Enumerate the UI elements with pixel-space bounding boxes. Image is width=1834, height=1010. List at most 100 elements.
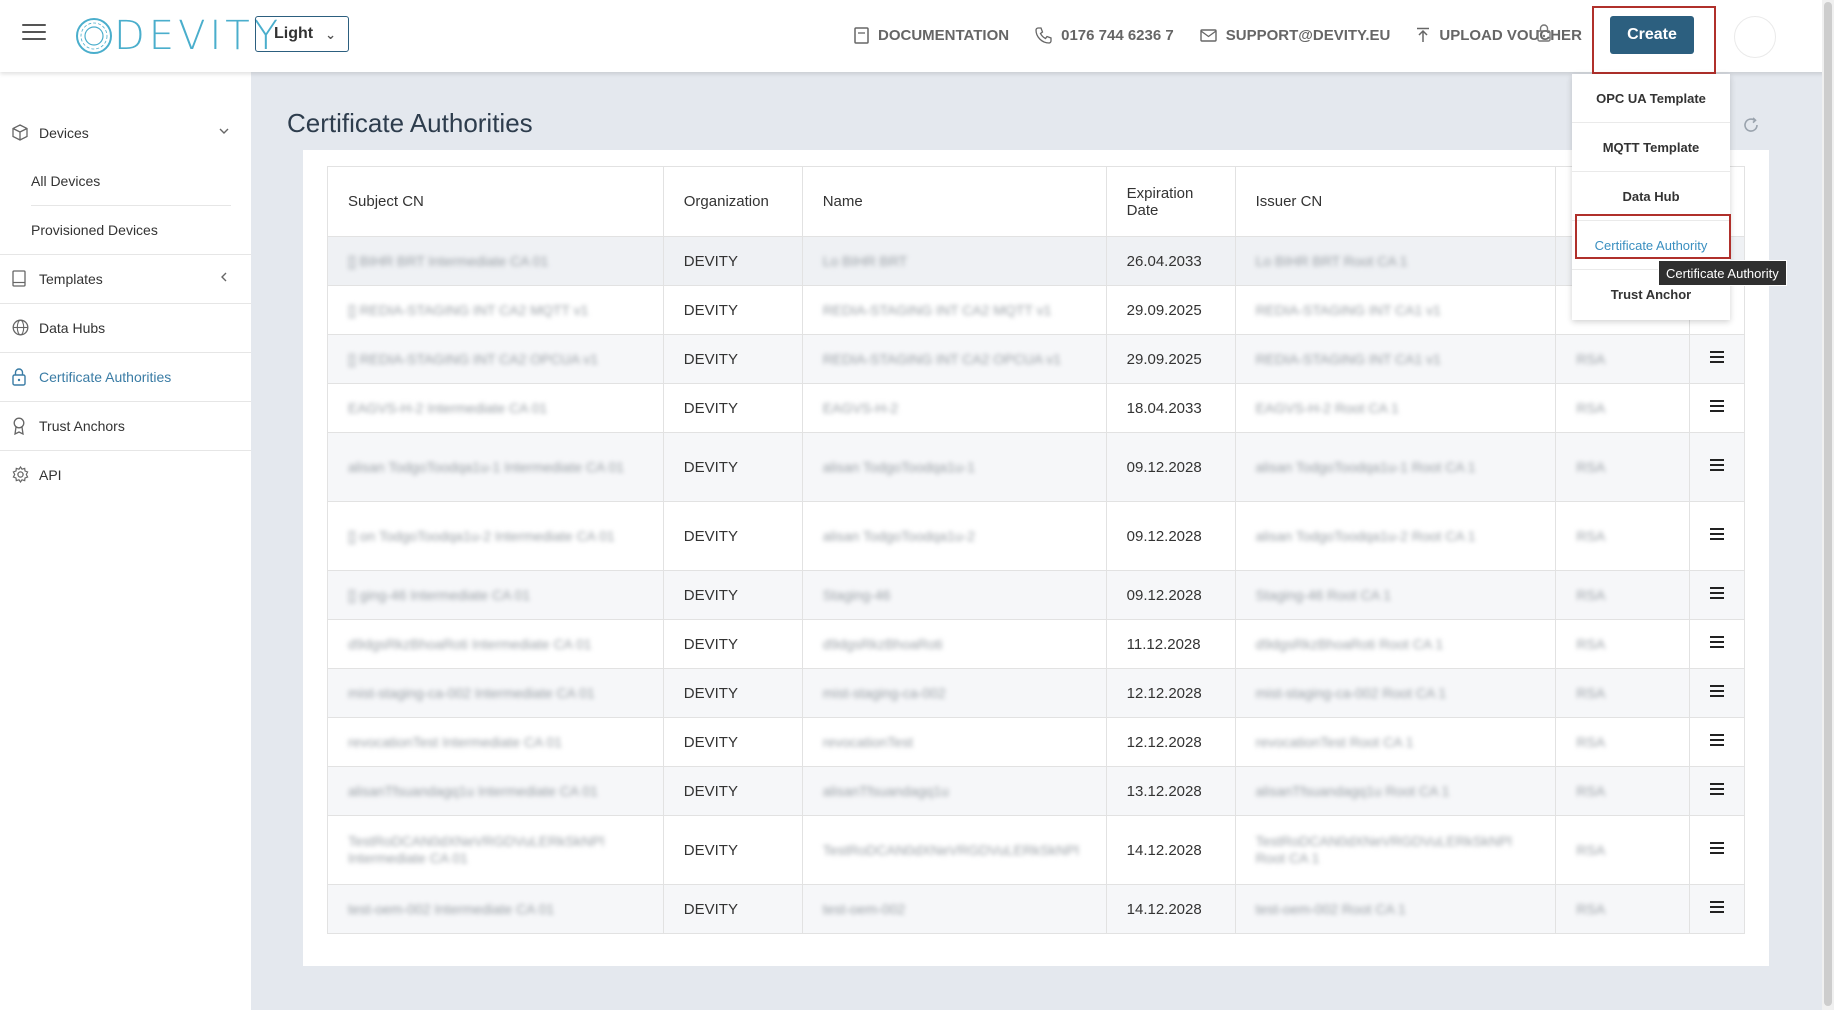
table-row[interactable]: alisanTfsuandagq1u Intermediate CA 01 DEV… bbox=[327, 766, 1745, 816]
cell-organization: DEVITY bbox=[663, 668, 803, 718]
column-header-subject-cn[interactable]: Subject CN bbox=[327, 166, 664, 237]
cell-name-value: alisan TodgoToodqa1u-1 bbox=[822, 458, 975, 475]
cell-issuer-cn: alisan TodgoToodqa1u-1 Root CA 1 bbox=[1235, 432, 1557, 502]
row-menu-icon[interactable] bbox=[1710, 898, 1725, 916]
scrollbar[interactable] bbox=[1822, 0, 1834, 1010]
cell-type-value: RSA bbox=[1576, 399, 1606, 416]
sidebar-item-all-devices[interactable]: All Devices bbox=[31, 157, 231, 205]
table-row[interactable]: [] REDIA-STAGING INT CA2 MQTT v1 DEVITY RE… bbox=[327, 285, 1745, 335]
phone-icon bbox=[1035, 26, 1052, 44]
cell-subject-cn-value: EAGVS-H-2 Intermediate CA 01 bbox=[348, 399, 548, 416]
cell-expiration-date: 18.04.2033 bbox=[1106, 383, 1236, 433]
book-icon bbox=[12, 270, 26, 287]
lock-icon bbox=[1537, 24, 1551, 42]
support-email-label: SUPPORT@DEVITY.EU bbox=[1225, 26, 1391, 44]
documentation-link[interactable]: DOCUMENTATION bbox=[854, 27, 1009, 44]
table-row[interactable]: d9dgsRkzBhoaRoti Intermediate CA 01 DEVIT… bbox=[327, 619, 1745, 669]
cell-issuer-cn: mist-staging-ca-002 Root CA 1 bbox=[1235, 668, 1557, 718]
menu-icon[interactable] bbox=[22, 24, 46, 44]
cell-issuer-cn-value: d9dgsRkzBhoaRoti Root CA 1 bbox=[1255, 635, 1444, 652]
row-menu-icon[interactable] bbox=[1710, 397, 1725, 415]
row-menu-icon[interactable] bbox=[1710, 525, 1725, 543]
cell-issuer-cn: Lo BIHR BRT Root CA 1 bbox=[1235, 236, 1557, 286]
cell-organization-value: DEVITY bbox=[683, 252, 738, 270]
globe-icon bbox=[12, 319, 29, 336]
table-row[interactable]: [] on TodgoToodqa1u-2 Intermediate CA 01… bbox=[327, 501, 1745, 571]
table-row[interactable]: EAGVS-H-2 Intermediate CA 01 DEVITY EAGVS-… bbox=[327, 383, 1745, 433]
cell-type-value: RSA bbox=[1576, 350, 1606, 367]
menu-item-mqtt-template[interactable]: MQTT Template bbox=[1572, 123, 1730, 171]
theme-select[interactable]: Light ⌄ bbox=[255, 16, 349, 52]
table-row[interactable]: [] ging-46 Intermediate CA 01 DEVITY Stagi… bbox=[327, 570, 1745, 620]
cell-subject-cn-value: [] ging-46 Intermediate CA 01 bbox=[348, 586, 531, 603]
phone-link[interactable]: 0176 744 6236 7 bbox=[1035, 27, 1174, 44]
chevron-down-icon: ⌄ bbox=[325, 27, 336, 42]
table-row[interactable]: [] REDIA-STAGING INT CA2 OPCUA v1 DEVITY R… bbox=[327, 334, 1745, 384]
column-header-expiration-date[interactable]: Expiration Date bbox=[1106, 166, 1236, 237]
cell-type: RSA bbox=[1555, 383, 1691, 433]
column-header-organization[interactable]: Organization bbox=[663, 166, 803, 237]
cell-type-value: RSA bbox=[1576, 782, 1606, 799]
create-button[interactable]: Create bbox=[1610, 16, 1694, 54]
row-menu-icon[interactable] bbox=[1710, 348, 1725, 366]
cell-subject-cn: [] REDIA-STAGING INT CA2 OPCUA v1 bbox=[327, 334, 664, 384]
upload-voucher-link[interactable]: UPLOAD VOUCHER bbox=[1416, 27, 1582, 44]
scrollbar-thumb[interactable] bbox=[1824, 2, 1832, 1006]
cell-issuer-cn: test-oem-002 Root CA 1 bbox=[1235, 884, 1557, 934]
column-header-issuer-cn[interactable]: Issuer CN bbox=[1235, 166, 1557, 237]
sidebar-item-provisioned-devices[interactable]: Provisioned Devices bbox=[31, 206, 231, 254]
cell-issuer-cn-value: TestRoDCAN0dXNeVRGDVuLERkSkNPl Root CA 1 bbox=[1255, 833, 1512, 866]
row-menu-icon[interactable] bbox=[1710, 584, 1725, 602]
cell-name-value: test-oem-002 bbox=[822, 900, 906, 917]
table-row[interactable]: TestRoDCAN0dXNeVRGDVuLERkSkNPl Intermedi… bbox=[327, 815, 1745, 885]
lock-button[interactable] bbox=[1537, 24, 1551, 47]
cell-type: RSA bbox=[1555, 619, 1691, 669]
sidebar-item-data-hubs[interactable]: Data Hubs bbox=[0, 304, 251, 352]
sidebar-item-templates[interactable]: Templates bbox=[0, 255, 251, 303]
refresh-button[interactable] bbox=[1742, 116, 1760, 139]
cell-name-value: d9dgsRkzBhoaRoti bbox=[822, 635, 943, 652]
cell-issuer-cn: revocationTest Root CA 1 bbox=[1235, 717, 1557, 767]
sidebar-item-trust-anchors[interactable]: Trust Anchors bbox=[0, 402, 251, 450]
row-menu-icon[interactable] bbox=[1710, 839, 1725, 857]
cell-organization: DEVITY bbox=[663, 383, 803, 433]
cell-type-value: RSA bbox=[1576, 733, 1606, 750]
table-row[interactable]: mist-staging-ca-002 Intermediate CA 01 DE… bbox=[327, 668, 1745, 718]
cell-expiration-date: 09.12.2028 bbox=[1106, 501, 1236, 571]
cell-organization: DEVITY bbox=[663, 236, 803, 286]
avatar[interactable] bbox=[1734, 16, 1776, 58]
cell-name-value: mist-staging-ca-002 bbox=[822, 684, 946, 701]
cell-name: Staging-46 bbox=[802, 570, 1107, 620]
row-menu-icon[interactable] bbox=[1710, 682, 1725, 700]
cell-issuer-cn-value: mist-staging-ca-002 Root CA 1 bbox=[1255, 684, 1447, 701]
table-row[interactable]: alisan TodgoToodqa1u-1 Intermediate CA 0… bbox=[327, 432, 1745, 502]
row-menu-icon[interactable] bbox=[1710, 456, 1725, 474]
sidebar-item-label: Trust Anchors bbox=[39, 418, 125, 434]
menu-item-data-hub[interactable]: Data Hub bbox=[1572, 172, 1730, 220]
cell-subject-cn: EAGVS-H-2 Intermediate CA 01 bbox=[327, 383, 664, 433]
cell-name-value: alisan TodgoToodqa1u-2 bbox=[822, 527, 975, 544]
menu-item-opc-ua-template[interactable]: OPC UA Template bbox=[1572, 74, 1730, 122]
cell-type-value: RSA bbox=[1576, 841, 1606, 858]
table-row[interactable]: [] BIHR BRT Intermediate CA 01 DEVITY Lo B… bbox=[327, 236, 1745, 286]
cell-expiration-date-value: 12.12.2028 bbox=[1126, 733, 1202, 751]
sidebar-item-certificate-authorities[interactable]: Certificate Authorities bbox=[0, 353, 251, 401]
cell-expiration-date-value: 26.04.2033 bbox=[1126, 252, 1202, 270]
row-menu-icon[interactable] bbox=[1710, 780, 1725, 798]
table-row[interactable]: revocationTest Intermediate CA 01 DEVITY r… bbox=[327, 717, 1745, 767]
row-menu-icon[interactable] bbox=[1710, 633, 1725, 651]
cell-organization: DEVITY bbox=[663, 334, 803, 384]
cell-type: RSA bbox=[1555, 432, 1691, 502]
cell-issuer-cn: d9dgsRkzBhoaRoti Root CA 1 bbox=[1235, 619, 1557, 669]
support-email-link[interactable]: SUPPORT@DEVITY.EU bbox=[1200, 26, 1391, 44]
certificate-authority-highlight-box bbox=[1575, 214, 1731, 259]
table-row[interactable]: test-oem-002 Intermediate CA 01 DEVITY tes… bbox=[327, 884, 1745, 934]
cell-name: mist-staging-ca-002 bbox=[802, 668, 1107, 718]
cell-type-value: RSA bbox=[1576, 458, 1606, 475]
sidebar-item-api[interactable]: API bbox=[0, 451, 251, 499]
column-header-name[interactable]: Name bbox=[802, 166, 1107, 237]
sidebar-item-devices[interactable]: Devices bbox=[0, 109, 251, 157]
row-menu-icon[interactable] bbox=[1710, 731, 1725, 749]
devity-logo[interactable]: DEVITY bbox=[74, 13, 282, 59]
cell-issuer-cn-value: Staging-46 Root CA 1 bbox=[1255, 586, 1391, 603]
